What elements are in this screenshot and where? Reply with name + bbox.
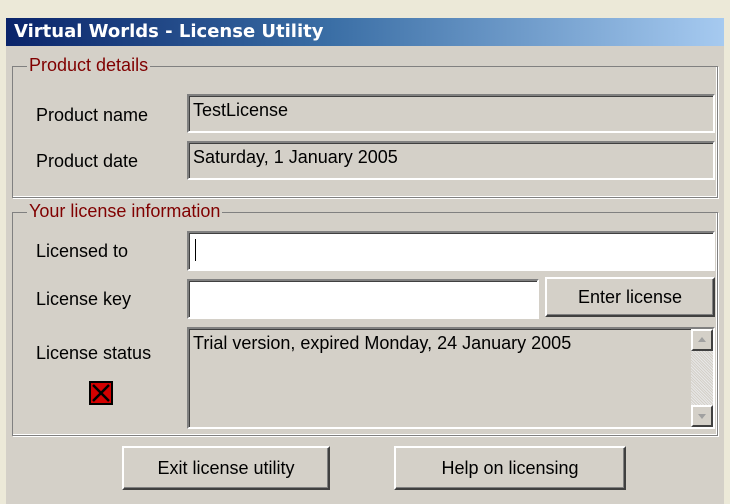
license-key-input[interactable] [187, 279, 539, 319]
license-info-group: Your license information Licensed to Lic… [12, 201, 718, 436]
scroll-up-button[interactable] [691, 329, 713, 351]
enter-license-label: Enter license [577, 287, 683, 307]
product-details-legend: Product details [27, 55, 151, 76]
license-key-label: License key [36, 289, 132, 309]
text-caret [195, 239, 196, 261]
license-status-scrollbar[interactable] [691, 329, 713, 427]
product-date-field: Saturday, 1 January 2005 [187, 141, 715, 180]
license-status-label: License status [36, 343, 152, 363]
scroll-down-button[interactable] [691, 405, 713, 427]
title-bar[interactable]: Virtual Worlds - License Utility [6, 18, 724, 46]
product-name-field: TestLicense [187, 94, 715, 133]
license-status-text: Trial version, expired Monday, 24 Januar… [193, 333, 572, 353]
product-details-group: Product details Product name TestLicense… [12, 55, 718, 198]
product-name-label: Product name [36, 105, 149, 125]
window-title: Virtual Worlds - License Utility [14, 21, 324, 42]
product-date-label: Product date [36, 151, 139, 171]
help-on-licensing-button[interactable]: Help on licensing [394, 446, 626, 490]
exit-license-utility-label: Exit license utility [157, 458, 295, 478]
red-x-icon [89, 381, 113, 405]
license-info-legend: Your license information [27, 201, 223, 222]
license-utility-window: Virtual Worlds - License Utility Product… [0, 0, 730, 504]
window-client-area: Product details Product name TestLicense… [6, 46, 724, 504]
licensed-to-label: Licensed to [36, 241, 129, 261]
help-on-licensing-label: Help on licensing [441, 458, 579, 478]
licensed-to-input[interactable] [187, 231, 715, 271]
license-status-field: Trial version, expired Monday, 24 Januar… [187, 327, 715, 429]
exit-license-utility-button[interactable]: Exit license utility [122, 446, 330, 490]
enter-license-button[interactable]: Enter license [545, 277, 715, 317]
